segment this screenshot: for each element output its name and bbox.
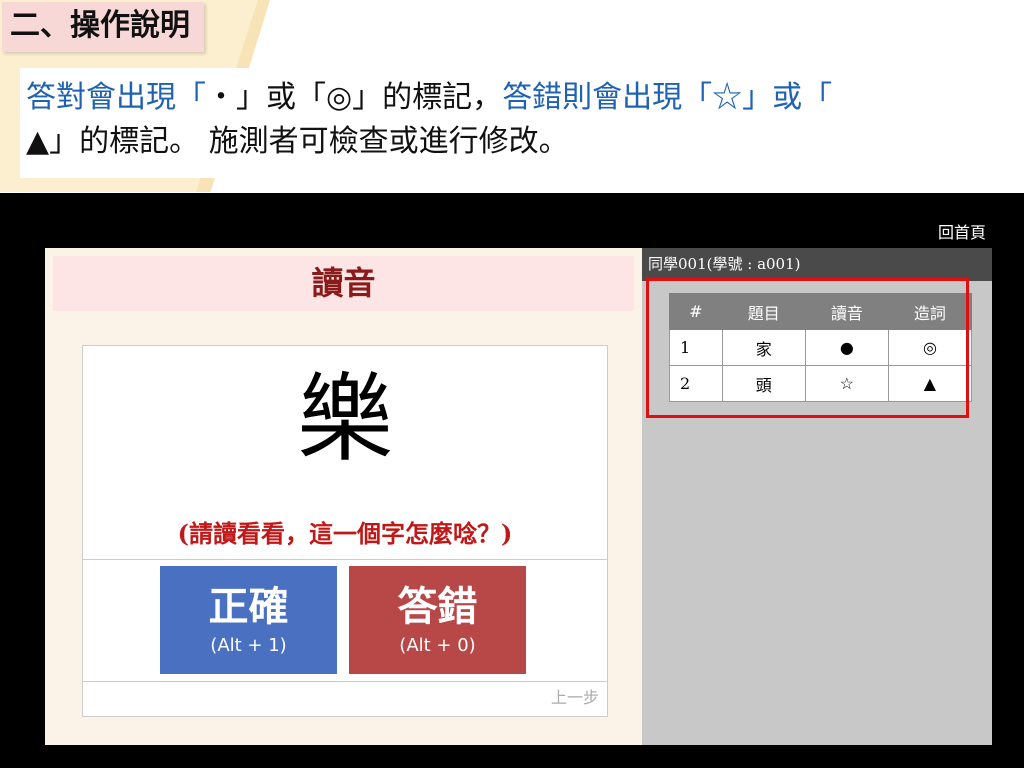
wrong-button-label: 答錯 bbox=[397, 584, 478, 630]
home-link[interactable]: 回首頁 bbox=[938, 219, 986, 243]
question-card: 樂 (請讀看看，這一個字怎麼唸？) 正確 (Alt + 1) 答錯 (Alt +… bbox=[82, 345, 608, 717]
wrong-button[interactable]: 答錯 (Alt + 0) bbox=[349, 566, 526, 674]
correct-button-shortcut: (Alt + 1) bbox=[210, 635, 287, 656]
section-title: 二、操作說明 bbox=[2, 2, 204, 52]
panel-title: 讀音 bbox=[53, 256, 634, 311]
answer-button-row: 正確 (Alt + 1) 答錯 (Alt + 0) bbox=[83, 559, 607, 682]
description-part-3: 答錯則會出現「☆」或「 bbox=[502, 80, 833, 115]
highlight-box bbox=[646, 278, 969, 418]
wrong-button-shortcut: (Alt + 0) bbox=[399, 635, 476, 656]
test-character: 樂 bbox=[297, 363, 393, 475]
test-panel: 讀音 樂 (請讀看看，這一個字怎麼唸？) 正確 (Alt + 1) 答錯 (Al… bbox=[45, 248, 642, 745]
correct-button[interactable]: 正確 (Alt + 1) bbox=[160, 566, 337, 674]
student-header: 同學001(學號 : a001) bbox=[642, 248, 992, 281]
question-prompt: (請讀看看，這一個字怎麼唸？) bbox=[177, 519, 513, 548]
correct-button-label: 正確 bbox=[208, 584, 289, 630]
description-text: 答對會出現「‧」或「◎」的標記，答錯則會出現「☆」或「 ▲」的標記。 施測者可檢查… bbox=[26, 76, 1016, 164]
description-part-2: ‧」或「◎」的標記， bbox=[206, 80, 503, 115]
description-part-1: 答對會出現「 bbox=[26, 80, 206, 115]
slide-header-area: 二、操作說明 答對會出現「‧」或「◎」的標記，答錯則會出現「☆」或「 ▲」的標記。… bbox=[0, 0, 1024, 192]
description-part-4: ▲」的標記。 施測者可檢查或進行修改。 bbox=[26, 124, 569, 159]
description-box: 答對會出現「‧」或「◎」的標記，答錯則會出現「☆」或「 ▲」的標記。 施測者可檢查… bbox=[20, 68, 1020, 178]
previous-step-link[interactable]: 上一步 bbox=[551, 684, 599, 708]
